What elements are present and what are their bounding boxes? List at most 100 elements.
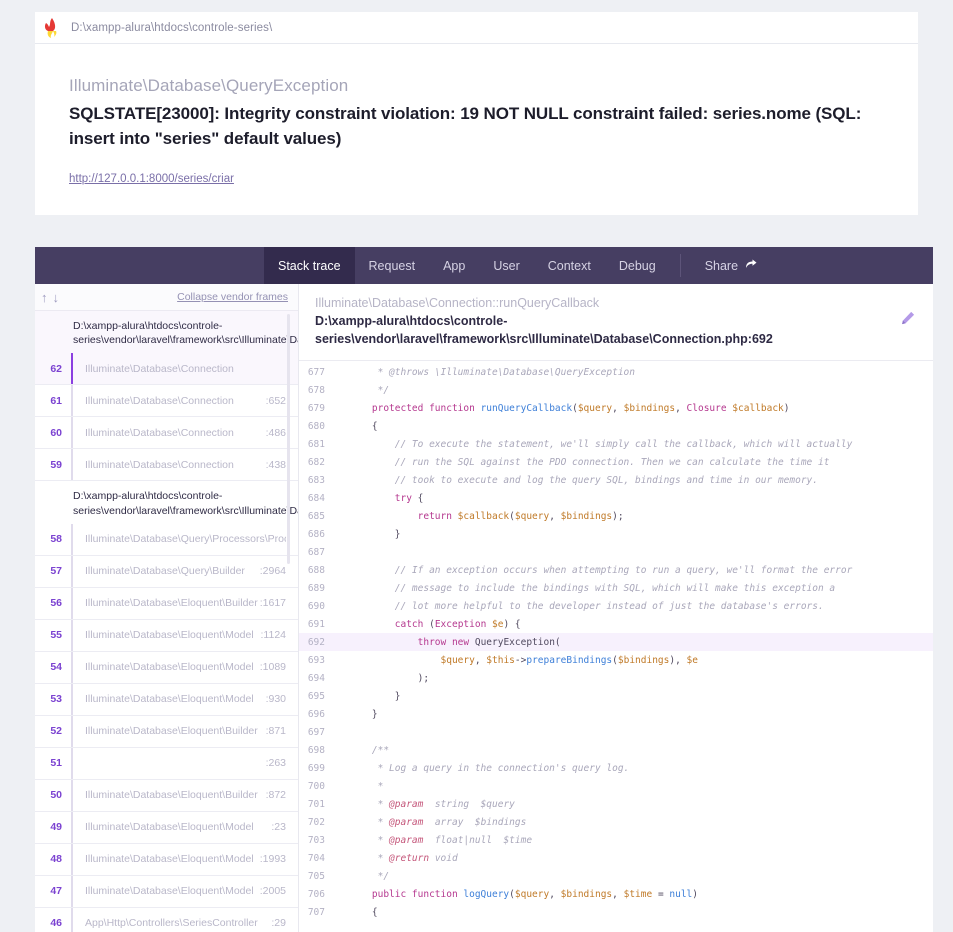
frame-number: 60: [50, 426, 62, 439]
code-line-number: 683: [307, 474, 325, 486]
arrow-down-icon[interactable]: ↓: [53, 291, 60, 304]
collapse-vendor-frames-link[interactable]: Collapse vendor frames: [177, 291, 288, 303]
table-row[interactable]: 53 Illuminate\Database\Eloquent\Model :9…: [35, 683, 298, 715]
table-row[interactable]: 62 Illuminate\Database\Connection: [35, 353, 298, 385]
code-line: 700 *: [299, 777, 933, 795]
table-row[interactable]: 48 Illuminate\Database\Eloquent\Model :1…: [35, 843, 298, 875]
table-row[interactable]: 47 Illuminate\Database\Eloquent\Model :2…: [35, 875, 298, 907]
code-line-number: 701: [307, 798, 325, 810]
arrow-up-icon[interactable]: ↑: [41, 291, 48, 304]
frame-line-number: :1089: [259, 661, 286, 674]
tab-user[interactable]: User: [479, 247, 533, 284]
frames-list[interactable]: D:\xampp-alura\htdocs\controle- series\v…: [35, 311, 298, 932]
table-row[interactable]: 59 Illuminate\Database\Connection :438: [35, 449, 298, 481]
code-line-text: * @param string $query: [337, 799, 515, 810]
code-line: 698 /**: [299, 741, 933, 759]
frame-group-path: D:\xampp-alura\htdocs\controle- series\v…: [35, 481, 298, 523]
code-token: public function: [349, 888, 464, 900]
code-line: 677 * @throws \Illuminate\Database\Query…: [299, 363, 933, 381]
frame-number: 55: [50, 629, 62, 642]
code-line-text: * Log a query in the connection's query …: [337, 763, 630, 774]
request-url-link[interactable]: http://127.0.0.1:8000/series/criar: [69, 173, 234, 185]
code-line-number: 707: [307, 906, 325, 918]
code-token: @return: [389, 852, 430, 864]
code-token: {: [349, 420, 378, 432]
code-token: $callback: [732, 402, 784, 414]
tab-debug[interactable]: Debug: [605, 247, 670, 284]
table-row[interactable]: 54 Illuminate\Database\Eloquent\Model :1…: [35, 651, 298, 683]
code-line-number: 686: [307, 528, 325, 540]
code-token: // run the SQL against the PDO connectio…: [349, 456, 830, 468]
tab-stack-trace[interactable]: Stack trace: [264, 247, 355, 284]
tab-context[interactable]: Context: [534, 247, 605, 284]
code-line-text: }: [337, 691, 401, 702]
code-token: return: [349, 510, 458, 522]
code-token: protected function: [349, 402, 481, 414]
table-row[interactable]: 61 Illuminate\Database\Connection :652: [35, 385, 298, 417]
code-token: );: [349, 672, 430, 684]
code-token: ),: [669, 654, 687, 666]
code-token: $query: [577, 402, 613, 414]
code-line-text: try {: [337, 492, 424, 504]
code-header-path-line2: series\vendor\laravel\framework\src\Illu…: [315, 331, 773, 346]
pencil-icon[interactable]: [901, 311, 915, 330]
code-token: $query: [514, 888, 550, 900]
table-row[interactable]: 51 :263: [35, 747, 298, 779]
code-line-number: 680: [307, 420, 325, 432]
frame-group: 48 Illuminate\Database\Eloquent\Model :1…: [35, 843, 298, 876]
frame-group: 52 Illuminate\Database\Eloquent\Builder …: [35, 715, 298, 748]
stack-trace-panel: ↑ ↓ Collapse vendor frames D:\xampp-alur…: [35, 284, 933, 932]
code-line-text: */: [337, 871, 389, 882]
code-header-path: D:\xampp-alura\htdocs\controle- series\v…: [315, 313, 875, 348]
exception-message: SQLSTATE[23000]: Integrity constraint vi…: [69, 104, 862, 148]
tab-app[interactable]: App: [429, 247, 479, 284]
tab-request[interactable]: Request: [355, 247, 430, 284]
code-line-text: * @param float|null $time: [337, 835, 532, 846]
table-row[interactable]: 57 Illuminate\Database\Query\Builder :29…: [35, 555, 298, 587]
table-row[interactable]: 58 Illuminate\Database\Query\Processors\…: [35, 523, 298, 555]
frame-number: 50: [50, 789, 62, 802]
code-line: 690 // lot more helpful to the developer…: [299, 597, 933, 615]
code-token: $bindings: [617, 654, 670, 666]
code-line-number: 693: [307, 654, 325, 666]
table-row[interactable]: 56 Illuminate\Database\Eloquent\Builder …: [35, 587, 298, 619]
table-row[interactable]: 50 Illuminate\Database\Eloquent\Builder …: [35, 779, 298, 811]
frame-number: 51: [50, 757, 62, 770]
frame-number: 53: [50, 693, 62, 706]
frame-group: D:\xampp-alura\htdocs\controle- series\v…: [35, 311, 298, 386]
frame-line-number: :930: [265, 693, 286, 706]
table-row[interactable]: 55 Illuminate\Database\Eloquent\Model :1…: [35, 619, 298, 651]
code-line: 701 * @param string $query: [299, 795, 933, 813]
code-token: @param: [389, 816, 424, 828]
frames-scrollbar[interactable]: [287, 314, 290, 564]
frame-number: 46: [50, 917, 62, 930]
table-row[interactable]: 52 Illuminate\Database\Eloquent\Builder …: [35, 715, 298, 747]
frame-line-number: :871: [265, 725, 286, 738]
code-token: }: [349, 528, 401, 540]
code-token: void: [429, 852, 458, 864]
code-token: ,: [549, 510, 561, 522]
code-line-number: 677: [307, 366, 325, 378]
code-line-number: 687: [307, 546, 325, 558]
code-token: ): [692, 888, 699, 900]
table-row[interactable]: 60 Illuminate\Database\Connection :486: [35, 417, 298, 449]
frame-line-number: :872: [265, 789, 286, 802]
table-row[interactable]: 46 App\Http\Controllers\SeriesController…: [35, 907, 298, 932]
share-label: Share: [704, 258, 739, 273]
frame-number: 61: [50, 394, 62, 407]
code-line: 695 }: [299, 687, 933, 705]
frame-line-number: :652: [265, 394, 286, 407]
frame-group: 56 Illuminate\Database\Eloquent\Builder …: [35, 587, 298, 620]
share-button[interactable]: Share: [691, 247, 771, 284]
code-line: 689 // message to include the bindings w…: [299, 579, 933, 597]
code-line-number: 678: [307, 384, 325, 396]
frame-group-path-line1: D:\xampp-alura\htdocs\controle-: [73, 490, 223, 503]
code-token: try: [349, 492, 418, 504]
code-viewer[interactable]: 677 * @throws \Illuminate\Database\Query…: [299, 361, 933, 932]
code-token: *: [349, 852, 390, 864]
code-token: $query: [514, 510, 550, 522]
frame-group-path-line2: series\vendor\laravel\framework\src\Illu…: [73, 504, 298, 517]
code-line: 705 */: [299, 867, 933, 885]
table-row[interactable]: 49 Illuminate\Database\Eloquent\Model :2…: [35, 811, 298, 843]
frame-class: Illuminate\Database\Eloquent\Model: [85, 661, 254, 674]
